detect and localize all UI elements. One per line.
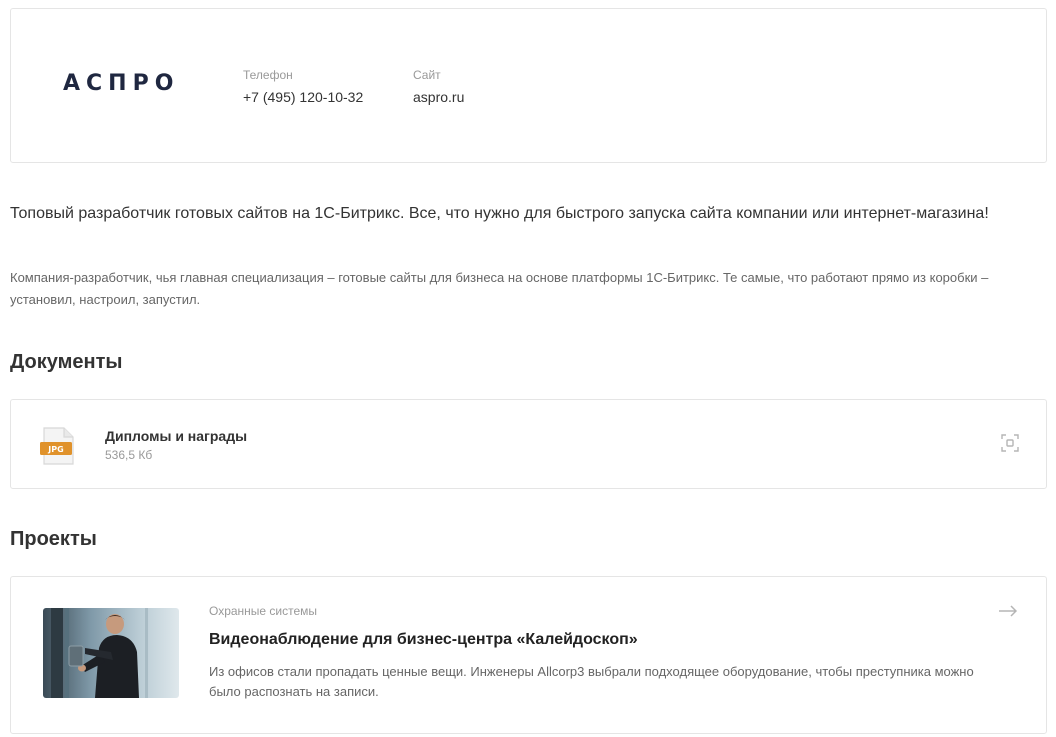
company-card: АСПРО Телефон +7 (495) 120-10-32 Сайт as… [10,8,1047,163]
project-image[interactable] [43,608,179,698]
site-link[interactable]: aspro.ru [413,89,464,105]
projects-title: Проекты [10,528,97,550]
site-block: Сайт aspro.ru [413,68,464,105]
arrow-right-icon[interactable] [997,603,1019,619]
phone-label: Телефон [243,68,293,82]
site-label: Сайт [413,68,441,82]
page: АСПРО Телефон +7 (495) 120-10-32 Сайт as… [0,0,1056,737]
project-photo-illustration [43,608,179,698]
project-description: Из офисов стали пропадать ценные вещи. И… [209,664,974,699]
project-item[interactable]: Охранные системы Видеонаблюдение для биз… [10,576,1047,734]
phone-block: Телефон +7 (495) 120-10-32 [243,68,363,105]
document-name[interactable]: Дипломы и награды [105,428,247,444]
company-lead-text: Топовый разработчик готовых сайтов на 1С… [10,205,989,222]
document-item[interactable]: JPG Дипломы и награды 536,5 Кб [10,399,1047,489]
zoom-icon[interactable] [1000,433,1020,453]
jpg-file-icon: JPG [40,427,74,465]
documents-title: Документы [10,351,123,373]
document-size: 536,5 Кб [105,448,153,462]
project-category[interactable]: Охранные системы [209,604,317,618]
company-logo[interactable]: АСПРО [63,71,179,96]
project-title-link[interactable]: Видеонаблюдение для бизнес-центра «Калей… [209,631,638,649]
company-description: Компания-разработчик, чья главная специа… [10,270,989,307]
phone-link[interactable]: +7 (495) 120-10-32 [243,89,363,105]
file-type-label: JPG [47,445,63,454]
